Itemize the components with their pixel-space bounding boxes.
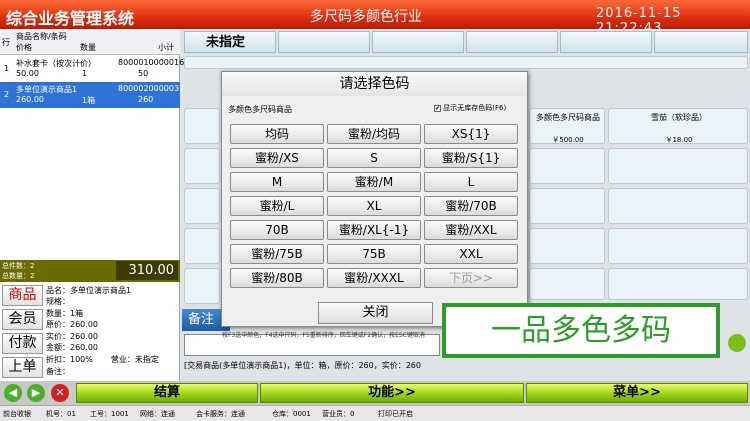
- product-tile[interactable]: [184, 108, 220, 144]
- action-bar: ◀ ▶ ✕ 结算 功能>> 菜单>>: [0, 381, 750, 405]
- dialog-product-name: 多颜色多尺码商品: [228, 105, 292, 114]
- category-tab[interactable]: [560, 31, 652, 53]
- cart-row-selected[interactable]: 2 多单位演示商品1 8000020000037 260.00 1箱 260: [0, 82, 184, 108]
- dialog-title: 请选择色码: [222, 72, 527, 96]
- category-tab[interactable]: [654, 31, 748, 53]
- product-tile-cigar[interactable]: 雪茄（软珍品） ￥18.00: [608, 108, 748, 144]
- detail-spec: 规格：: [46, 297, 70, 306]
- total-kinds: 总数量：2: [2, 272, 35, 280]
- functions-button[interactable]: 功能>>: [260, 383, 524, 403]
- code-button[interactable]: 蜜粉/75B: [230, 244, 324, 264]
- category-unassigned[interactable]: 未指定: [184, 33, 274, 53]
- col-row: 行: [2, 38, 10, 47]
- next-page-button[interactable]: 下页>>: [424, 268, 518, 288]
- nav-goods-button[interactable]: 商品: [2, 285, 43, 306]
- detail-real-price: 实价：260.00: [46, 332, 98, 341]
- category-tab[interactable]: [466, 31, 558, 53]
- category-tab[interactable]: [372, 31, 464, 53]
- total-qty: 总件数：2: [2, 262, 35, 270]
- totals-bar: 总件数：2 总数量：2 310.00: [0, 260, 180, 282]
- footer-status: 前台收银 机号：01 工号：1001 网络：连通 会卡服务：连通 仓库：0001…: [0, 405, 750, 421]
- detail-original-price: 原价：260.00: [46, 320, 98, 329]
- cart-row[interactable]: 1 补水套卡（按次计价） 8000010000016 50.00 1 50: [0, 56, 184, 82]
- status-line: [交易商品(多单位演示商品1)，单位：箱，原价：260，实价：260: [184, 361, 421, 370]
- nav-previous-order-button[interactable]: 上单: [2, 357, 43, 378]
- forward-arrow-icon[interactable]: ▶: [27, 384, 45, 402]
- close-button[interactable]: 关闭: [318, 302, 433, 324]
- product-tile[interactable]: [184, 268, 220, 304]
- menu-button[interactable]: 菜单>>: [526, 383, 748, 403]
- code-button[interactable]: XS{1}: [424, 124, 518, 144]
- product-tile[interactable]: [529, 268, 605, 300]
- product-tile[interactable]: [608, 228, 748, 264]
- code-button[interactable]: S: [327, 148, 421, 168]
- checkout-button[interactable]: 结算: [76, 383, 258, 403]
- col-price: 价格: [16, 43, 32, 52]
- product-tile[interactable]: [184, 188, 220, 224]
- product-tile[interactable]: [608, 188, 748, 224]
- code-button[interactable]: 蜜粉/XS: [230, 148, 324, 168]
- detail-memo: 备注：: [46, 367, 70, 376]
- nav-member-button[interactable]: 会员: [2, 309, 43, 330]
- cart-header: 行 商品名称/条码 价格 数量 小计: [0, 29, 180, 55]
- code-button[interactable]: 蜜粉/80B: [230, 268, 324, 288]
- col-subtotal: 小计: [158, 43, 174, 52]
- code-button[interactable]: 均码: [230, 124, 324, 144]
- product-tile[interactable]: [184, 228, 220, 264]
- code-button[interactable]: 蜜粉/M: [327, 172, 421, 192]
- code-button[interactable]: XL: [327, 196, 421, 216]
- col-name: 商品名称/条码: [16, 32, 67, 41]
- checkbox-icon: ✔: [434, 104, 441, 112]
- product-tile[interactable]: [529, 228, 605, 264]
- code-button[interactable]: 蜜粉/70B: [424, 196, 518, 216]
- code-button[interactable]: 蜜粉/均码: [327, 124, 421, 144]
- code-button[interactable]: M: [230, 172, 324, 192]
- detail-name: 品名：多单位演示商品1: [46, 286, 132, 295]
- product-tile[interactable]: [608, 148, 748, 184]
- code-button[interactable]: 蜜粉/XL{-1}: [327, 220, 421, 240]
- color-size-dialog: 请选择色码 多颜色多尺码商品 ✔ 显示无库存色码(F6) 均码 蜜粉/均码 XS…: [221, 71, 528, 327]
- show-out-of-stock-checkbox[interactable]: ✔ 显示无库存色码(F6): [434, 103, 506, 113]
- code-button[interactable]: 蜜粉/S{1}: [424, 148, 518, 168]
- code-button[interactable]: L: [424, 172, 518, 192]
- feature-banner: 一品多色多码: [442, 303, 720, 358]
- confirm-icon[interactable]: [728, 334, 746, 352]
- detail-qty: 数量：1箱: [46, 309, 84, 318]
- detail-discount: 折扣：100% 营业：未指定: [46, 355, 159, 364]
- total-amount: 310.00: [116, 261, 178, 280]
- product-tile[interactable]: [529, 188, 605, 224]
- cart-panel: 行 商品名称/条码 价格 数量 小计 1 补水套卡（按次计价） 80000100…: [0, 29, 184, 381]
- product-tile[interactable]: [529, 148, 605, 184]
- code-button[interactable]: XXL: [424, 244, 518, 264]
- code-button[interactable]: 蜜粉/XXL: [424, 220, 518, 240]
- product-tile-multi-color[interactable]: 多颜色多尺码商品 ￥500.00: [529, 108, 605, 144]
- code-button[interactable]: 蜜粉/L: [230, 196, 324, 216]
- system-title: 综合业务管理系统: [6, 9, 135, 28]
- back-arrow-icon[interactable]: ◀: [4, 384, 22, 402]
- code-button[interactable]: 75B: [327, 244, 421, 264]
- category-row: [184, 56, 748, 69]
- nav-payment-button[interactable]: 付款: [2, 333, 43, 354]
- close-icon[interactable]: ✕: [51, 384, 69, 402]
- detail-amount: 金额：260.00: [46, 343, 98, 352]
- col-qty: 数量: [80, 43, 96, 52]
- product-tile[interactable]: [608, 268, 748, 300]
- title-bar: 综合业务管理系统 多尺码多颜色行业 2016-11-15 21:22:43: [0, 0, 750, 36]
- product-tile[interactable]: [184, 148, 220, 184]
- code-button[interactable]: 蜜粉/XXXL: [327, 268, 421, 288]
- industry-title: 多尺码多颜色行业: [310, 9, 422, 25]
- category-tab[interactable]: [278, 31, 370, 53]
- code-button[interactable]: 70B: [230, 220, 324, 240]
